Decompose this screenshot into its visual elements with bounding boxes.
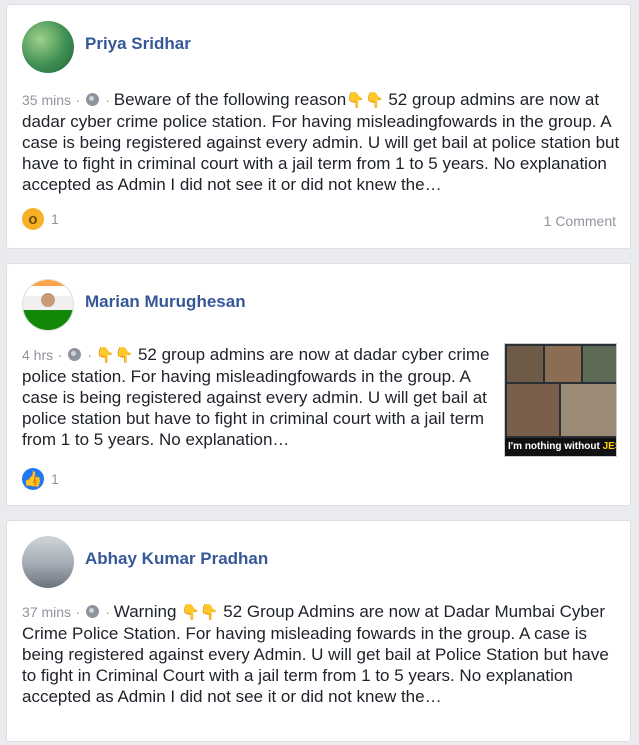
comments-link[interactable]: 1 Comment [544, 213, 616, 229]
pointing-down-hand-icon: 👇👇 [95, 347, 134, 364]
post-time[interactable]: 35 mins [22, 92, 71, 108]
author-name[interactable]: Marian Murughesan [85, 292, 246, 312]
globe-icon[interactable] [86, 93, 100, 106]
reaction-count: 1 [51, 211, 59, 227]
post-text-start: Warning [113, 602, 177, 621]
post-text: 35 mins · · Beware of the following reas… [22, 90, 620, 194]
pointing-down-hand-icon: 👇👇 [181, 604, 219, 621]
post-text-start: Beware of the following reason [113, 90, 347, 109]
post-time[interactable]: 4 hrs [22, 347, 53, 363]
post-card: Marian Murughesan 4 hrs · · 👇👇 52 group … [6, 263, 631, 506]
avatar[interactable] [22, 279, 74, 331]
wow-reaction-icon: o [22, 208, 44, 230]
reactions[interactable]: 👍 1 [22, 468, 59, 490]
post-card: Abhay Kumar Pradhan 37 mins · · Warning … [6, 520, 631, 742]
post-time[interactable]: 37 mins [22, 604, 71, 620]
globe-icon[interactable] [86, 605, 100, 618]
avatar[interactable] [22, 536, 74, 588]
pointing-down-hand-icon: 👇👇 [346, 92, 384, 109]
image-caption: I'm nothing without JESUS [505, 438, 616, 456]
avatar[interactable] [22, 21, 74, 73]
post-text: 37 mins · · Warning 👇👇 52 Group Admins a… [22, 602, 609, 706]
like-reaction-icon: 👍 [22, 468, 44, 490]
reactions[interactable]: o 1 [22, 208, 59, 230]
flag-avatar-image [23, 280, 73, 330]
post-text: 4 hrs · · 👇👇 52 group admins are now at … [22, 345, 490, 449]
globe-icon[interactable] [68, 348, 82, 361]
news-feed: Priya Sridhar 35 mins · · Beware of the … [0, 0, 639, 745]
author-name[interactable]: Abhay Kumar Pradhan [85, 549, 268, 569]
post-card: Priya Sridhar 35 mins · · Beware of the … [6, 4, 631, 249]
post-image[interactable]: I'm nothing without JESUS [504, 343, 617, 457]
author-name[interactable]: Priya Sridhar [85, 34, 191, 54]
image-caption-prefix: I'm nothing without [508, 441, 603, 452]
reaction-count: 1 [51, 471, 59, 487]
image-caption-emph: JESUS [602, 441, 616, 452]
